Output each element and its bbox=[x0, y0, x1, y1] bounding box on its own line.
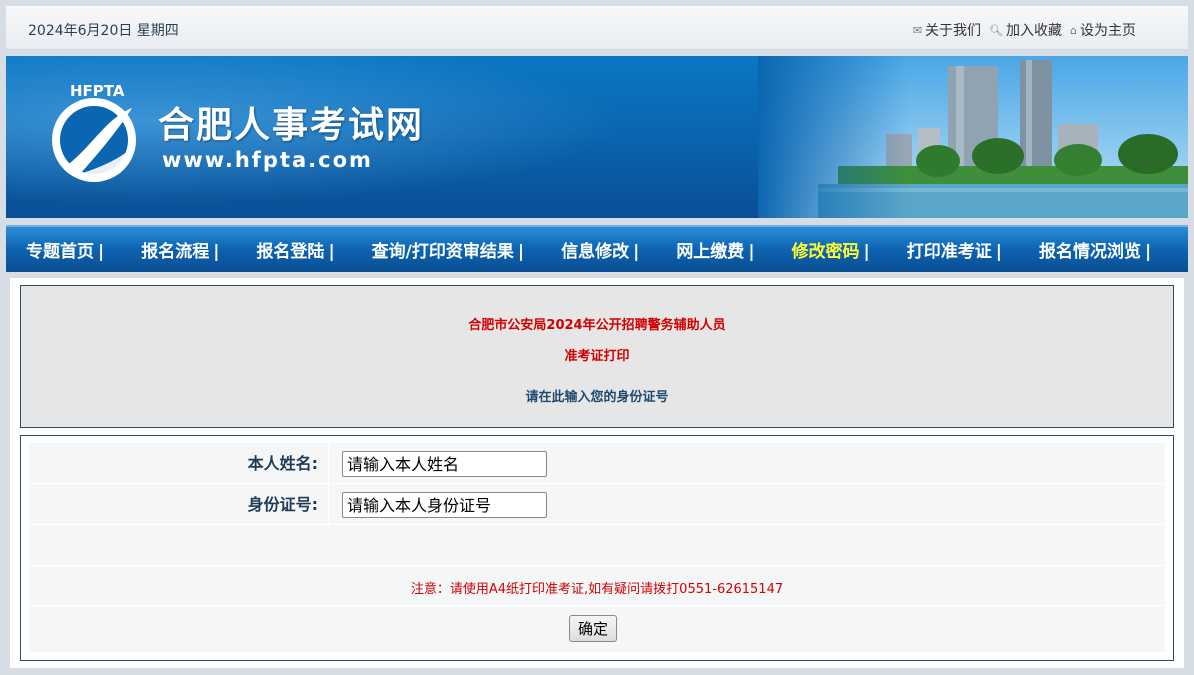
about-us-link[interactable]: ✉ 关于我们 bbox=[913, 20, 981, 40]
nav-print-admission[interactable]: 打印准考证 | bbox=[907, 237, 1002, 262]
spacer-row bbox=[29, 525, 1165, 566]
city-skyline-image bbox=[758, 56, 1188, 218]
add-favorite-label: 加入收藏 bbox=[1006, 23, 1063, 39]
nav-edit-info[interactable]: 信息修改 | bbox=[561, 237, 639, 262]
home-icon: ⌂ bbox=[1070, 23, 1077, 37]
page-title: 准考证打印 bbox=[564, 349, 630, 364]
name-input[interactable] bbox=[342, 451, 547, 477]
current-date: 2024年6月20日 星期四 bbox=[28, 23, 179, 39]
login-form: 本人姓名: 身份证号: 注意：请使用A4纸打印准考证,如有疑问请拨打0551-6… bbox=[20, 435, 1174, 661]
main-content: 合肥市公安局2024年公开招聘警务辅助人员 准考证打印 请在此输入您的身份证号 … bbox=[10, 278, 1184, 668]
hfpta-logo: HFPTA bbox=[52, 82, 136, 182]
submit-row: 确定 bbox=[29, 606, 1165, 653]
notice-panel: 合肥市公安局2024年公开招聘警务辅助人员 准考证打印 请在此输入您的身份证号 bbox=[20, 285, 1174, 428]
name-label: 本人姓名: bbox=[29, 443, 329, 484]
site-title: 合肥人事考试网 bbox=[158, 104, 425, 146]
nav-query-print-results[interactable]: 查询/打印资审结果 | bbox=[372, 237, 524, 262]
set-homepage-link[interactable]: ⌂ 设为主页 bbox=[1070, 20, 1136, 40]
id-label: 身份证号: bbox=[29, 484, 329, 525]
exam-title: 合肥市公安局2024年公开招聘警务辅助人员 bbox=[468, 318, 726, 333]
nav-home[interactable]: 专题首页 | bbox=[26, 237, 104, 262]
site-url: www.hfpta.com bbox=[162, 148, 373, 172]
name-row: 本人姓名: bbox=[29, 443, 1165, 484]
id-number-input[interactable] bbox=[342, 492, 547, 518]
site-banner: HFPTA 合肥人事考试网 www.hfpta.com bbox=[6, 56, 1188, 218]
top-links: ✉ 关于我们 🔍︎ 加入收藏 ⌂ 设为主页 bbox=[913, 20, 1136, 40]
nav-registration-login[interactable]: 报名登陆 | bbox=[256, 237, 334, 262]
top-bar: 2024年6月20日 星期四 ✉ 关于我们 🔍︎ 加入收藏 ⌂ 设为主页 bbox=[6, 6, 1188, 50]
nav-change-password[interactable]: 修改密码 | bbox=[792, 237, 870, 262]
set-homepage-label: 设为主页 bbox=[1080, 23, 1136, 39]
print-note: 注意：请使用A4纸打印准考证,如有疑问请拨打0551-62615147 bbox=[410, 582, 784, 597]
id-row: 身份证号: bbox=[29, 484, 1165, 525]
search-icon: 🔍︎ bbox=[989, 23, 1004, 37]
nav-registration-status[interactable]: 报名情况浏览 | bbox=[1039, 237, 1151, 262]
svg-text:HFPTA: HFPTA bbox=[70, 82, 125, 100]
note-row: 注意：请使用A4纸打印准考证,如有疑问请拨打0551-62615147 bbox=[29, 566, 1165, 606]
id-prompt: 请在此输入您的身份证号 bbox=[525, 390, 669, 405]
nav-online-payment[interactable]: 网上缴费 | bbox=[676, 237, 754, 262]
submit-button[interactable]: 确定 bbox=[569, 615, 617, 642]
add-favorite-link[interactable]: 🔍︎ 加入收藏 bbox=[989, 20, 1062, 40]
main-nav: 专题首页 | 报名流程 | 报名登陆 | 查询/打印资审结果 | 信息修改 | 网上缴费 |… bbox=[6, 225, 1188, 272]
nav-registration-process[interactable]: 报名流程 | bbox=[141, 237, 219, 262]
mail-icon: ✉ bbox=[912, 23, 923, 37]
about-us-label: 关于我们 bbox=[925, 23, 982, 39]
